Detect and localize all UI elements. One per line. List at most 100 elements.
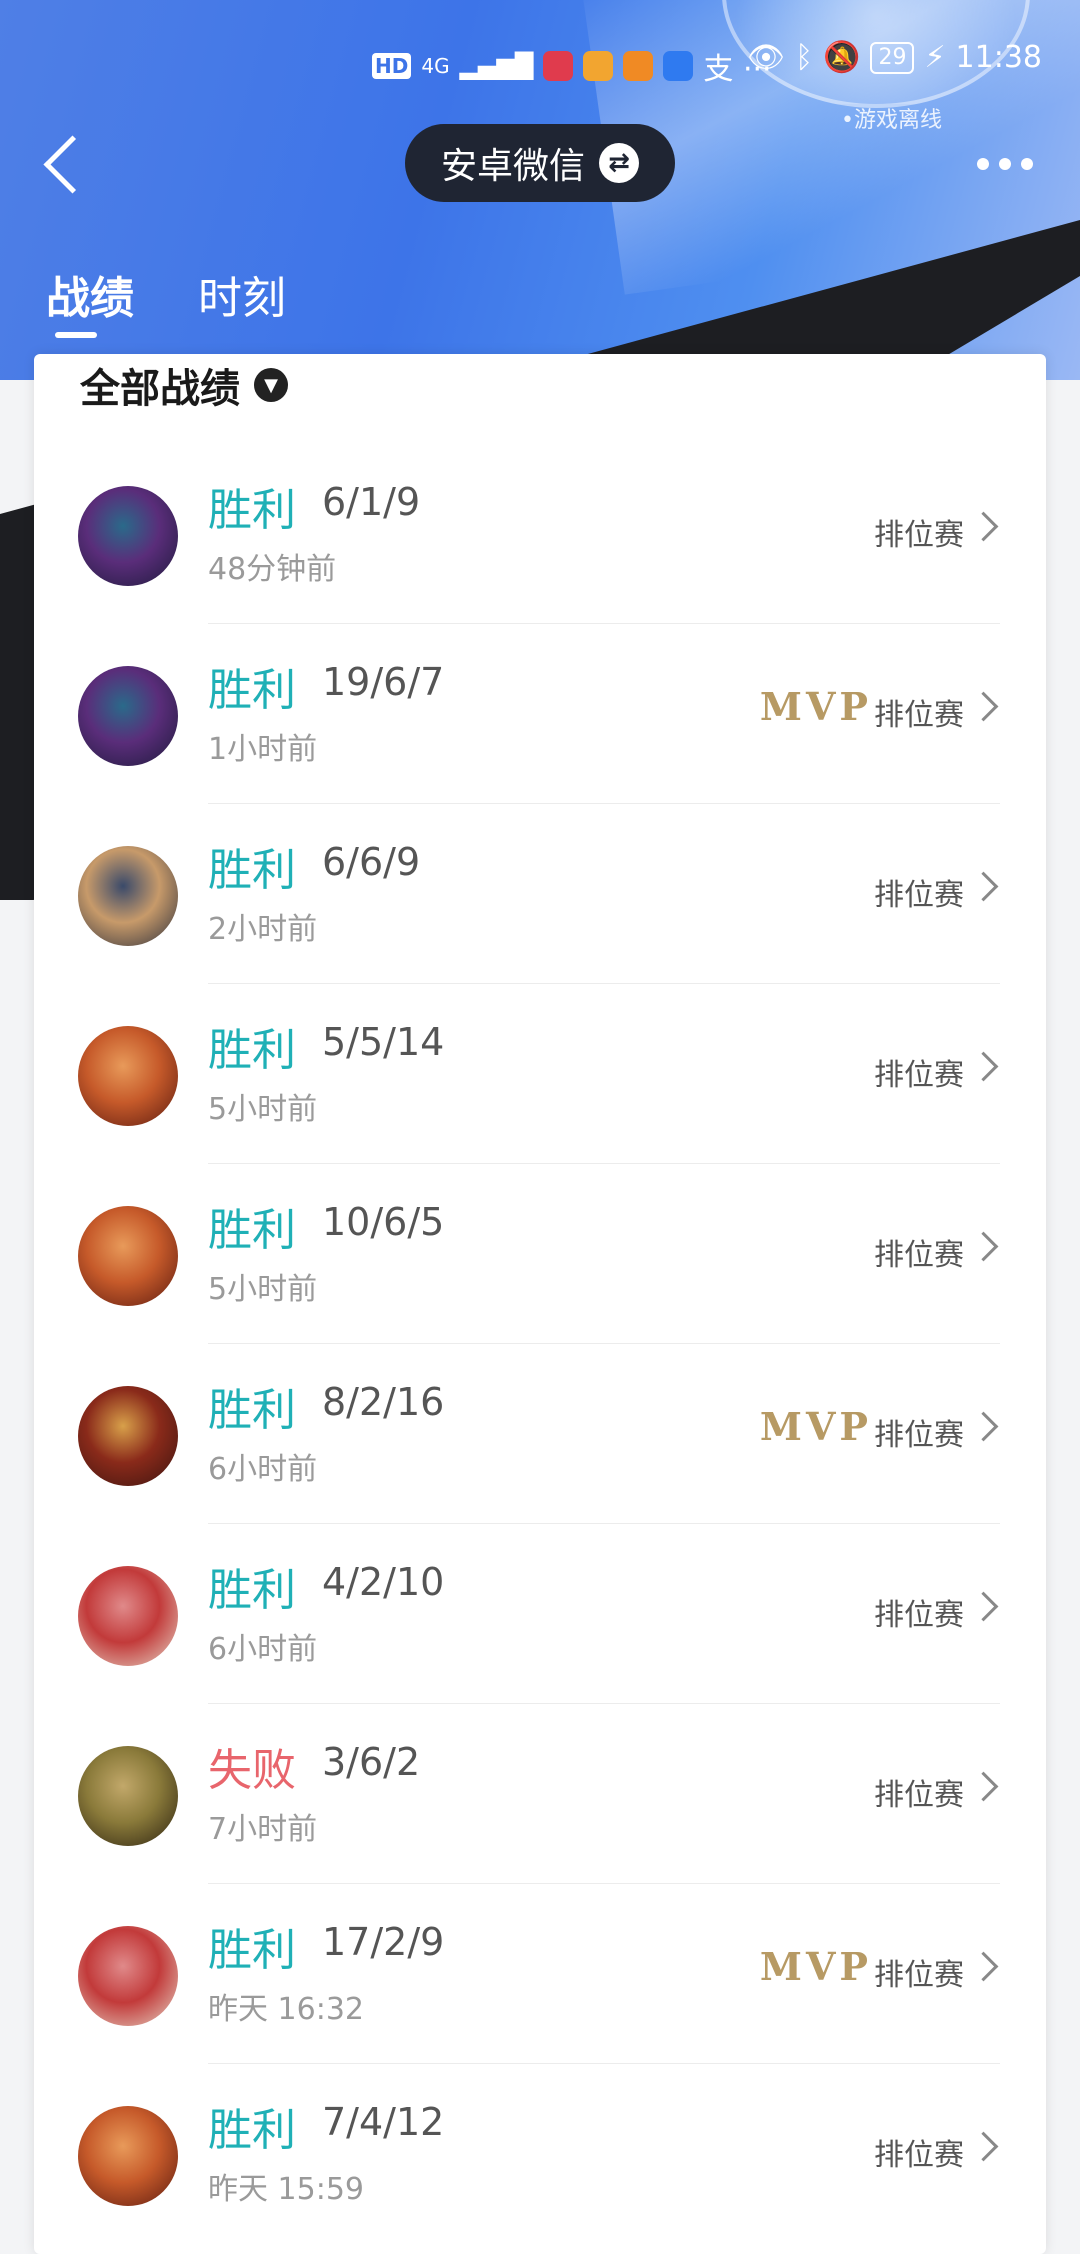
match-time: 48分钟前 [208,552,337,587]
match-result: 胜利 [208,845,296,896]
mvp-badge: MVP [759,1944,872,1989]
match-mode: 排位赛 [874,1418,964,1453]
match-kda: 4/2/10 [322,1560,445,1604]
match-time: 7小时前 [208,1812,318,1847]
hero-avatar [78,2106,178,2206]
match-row[interactable]: 胜利 8/2/16 6小时前 MVP 排位赛 [34,1344,1046,1524]
app-notification-icon [623,51,654,81]
mvp-badge: MVP [759,1404,872,1449]
app-notification-icon [543,51,574,81]
match-time: 5小时前 [208,1092,318,1127]
battery-icon: 29 [870,41,915,74]
back-button[interactable] [40,130,90,200]
match-mode: 排位赛 [874,1598,964,1633]
more-icon-dot [1021,158,1033,170]
status-bar-right: 👁 ᛒ 🔕 29 ⚡ 11:38 [747,40,1042,75]
match-mode: 排位赛 [874,1778,964,1813]
match-mode: 排位赛 [874,1058,964,1093]
status-bar: HD 4G ▂▄▆█ 支 ··· 👁 ᛒ 🔕 29 ⚡ 11:38 [0,38,1080,88]
signal-icon: 4G [421,54,450,78]
match-row[interactable]: 胜利 5/5/14 5小时前 排位赛 [34,984,1046,1164]
chevron-right-icon [968,1591,999,1622]
match-result: 胜利 [208,1025,296,1076]
match-row[interactable]: 胜利 10/6/5 5小时前 排位赛 [34,1164,1046,1344]
match-result: 胜利 [208,1565,296,1616]
match-result: 胜利 [208,485,296,536]
chevron-down-icon: ▼ [254,368,288,402]
match-mode: 排位赛 [874,2138,964,2173]
match-kda: 8/2/16 [322,1380,445,1424]
match-result: 胜利 [208,1385,296,1436]
chevron-right-icon [968,1051,999,1082]
signal-bars-icon: ▂▄▆█ [459,52,534,80]
match-row[interactable]: 胜利 19/6/7 1小时前 MVP 排位赛 [34,624,1046,804]
chevron-right-icon [968,1231,999,1262]
match-kda: 19/6/7 [322,660,445,704]
hero-avatar [78,1746,178,1846]
charging-icon: ⚡ [924,40,946,75]
match-kda: 3/6/2 [322,1740,421,1784]
match-result: 胜利 [208,1925,296,1976]
match-result: 胜利 [208,1205,296,1256]
match-mode: 排位赛 [874,518,964,553]
match-row[interactable]: 胜利 4/2/10 6小时前 排位赛 [34,1524,1046,1704]
hero-avatar [78,1026,178,1126]
swap-icon: ⇄ [599,143,639,183]
game-status: •游戏离线 [841,108,942,133]
match-kda: 17/2/9 [322,1920,445,1964]
hero-avatar [78,486,178,586]
account-name: 安卓微信 [440,146,585,187]
hero-avatar [78,1206,178,1306]
match-row[interactable]: 胜利 7/4/12 昨天 15:59 排位赛 [34,2064,1046,2244]
match-result: 胜利 [208,2105,296,2156]
chevron-right-icon [968,1411,999,1442]
match-kda: 6/1/9 [322,480,421,524]
match-mode: 排位赛 [874,1958,964,1993]
match-kda: 7/4/12 [322,2100,445,2144]
more-button[interactable] [970,142,1040,186]
match-time: 昨天 15:59 [208,2172,364,2207]
hero-avatar [78,1926,178,2026]
match-kda: 6/6/9 [322,840,421,884]
match-mode: 排位赛 [874,1238,964,1273]
hero-avatar [78,846,178,946]
match-kda: 5/5/14 [322,1020,445,1064]
match-mode: 排位赛 [874,698,964,733]
match-row[interactable]: 胜利 6/1/9 48分钟前 排位赛 [34,444,1046,624]
status-bar-left-icons: HD 4G ▂▄▆█ 支 ··· [372,44,772,88]
app-notification-icon [583,51,614,81]
match-time: 昨天 16:32 [208,1992,364,2027]
match-kda: 10/6/5 [322,1200,445,1244]
tab-moment[interactable]: 时刻 [198,262,286,326]
match-time: 5小时前 [208,1272,318,1307]
match-row[interactable]: 胜利 17/2/9 昨天 16:32 MVP 排位赛 [34,1884,1046,2064]
account-switch-button[interactable]: 安卓微信 ⇄ [405,124,675,202]
chevron-right-icon [968,511,999,542]
eye-icon: 👁 [747,40,786,75]
filter-label: 全部战绩 [80,366,240,412]
clock: 11:38 [955,40,1042,75]
chevron-right-icon [968,691,999,722]
hd-icon: HD [372,53,412,79]
chevron-right-icon [968,871,999,902]
match-time: 6小时前 [208,1452,318,1487]
more-icon-dot [999,158,1011,170]
match-time: 6小时前 [208,1632,318,1667]
match-time: 2小时前 [208,912,318,947]
filter-dropdown[interactable]: 全部战绩 ▼ [80,356,288,414]
match-row[interactable]: 胜利 6/6/9 2小时前 排位赛 [34,804,1046,984]
hero-avatar [78,1386,178,1486]
active-tab-indicator [55,332,97,338]
chevron-right-icon [968,1771,999,1802]
hero-avatar [78,666,178,766]
tab-record[interactable]: 战绩 [46,262,134,326]
match-row[interactable]: 失败 3/6/2 7小时前 排位赛 [34,1704,1046,1884]
chevron-right-icon [968,1951,999,1982]
app-notification-icon [663,51,694,81]
match-mode: 排位赛 [874,878,964,913]
hero-avatar [78,1566,178,1666]
bluetooth-icon: ᛒ [795,40,814,75]
match-time: 1小时前 [208,732,318,767]
chevron-right-icon [968,2131,999,2162]
mute-icon: 🔕 [823,40,861,75]
